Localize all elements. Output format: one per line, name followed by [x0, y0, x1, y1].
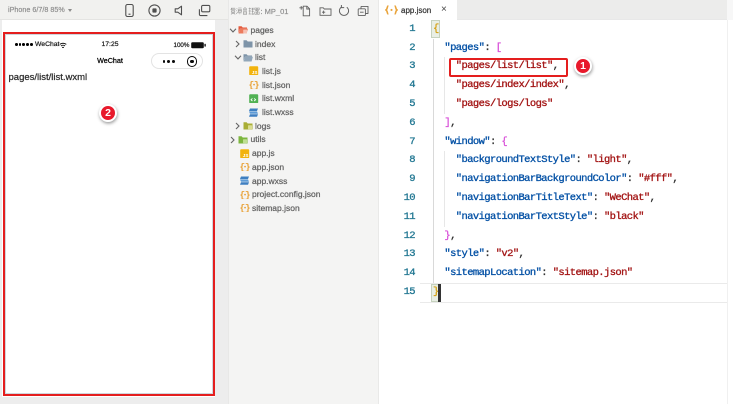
svg-text:JS: JS — [242, 153, 248, 158]
svg-text:JS: JS — [252, 71, 258, 76]
